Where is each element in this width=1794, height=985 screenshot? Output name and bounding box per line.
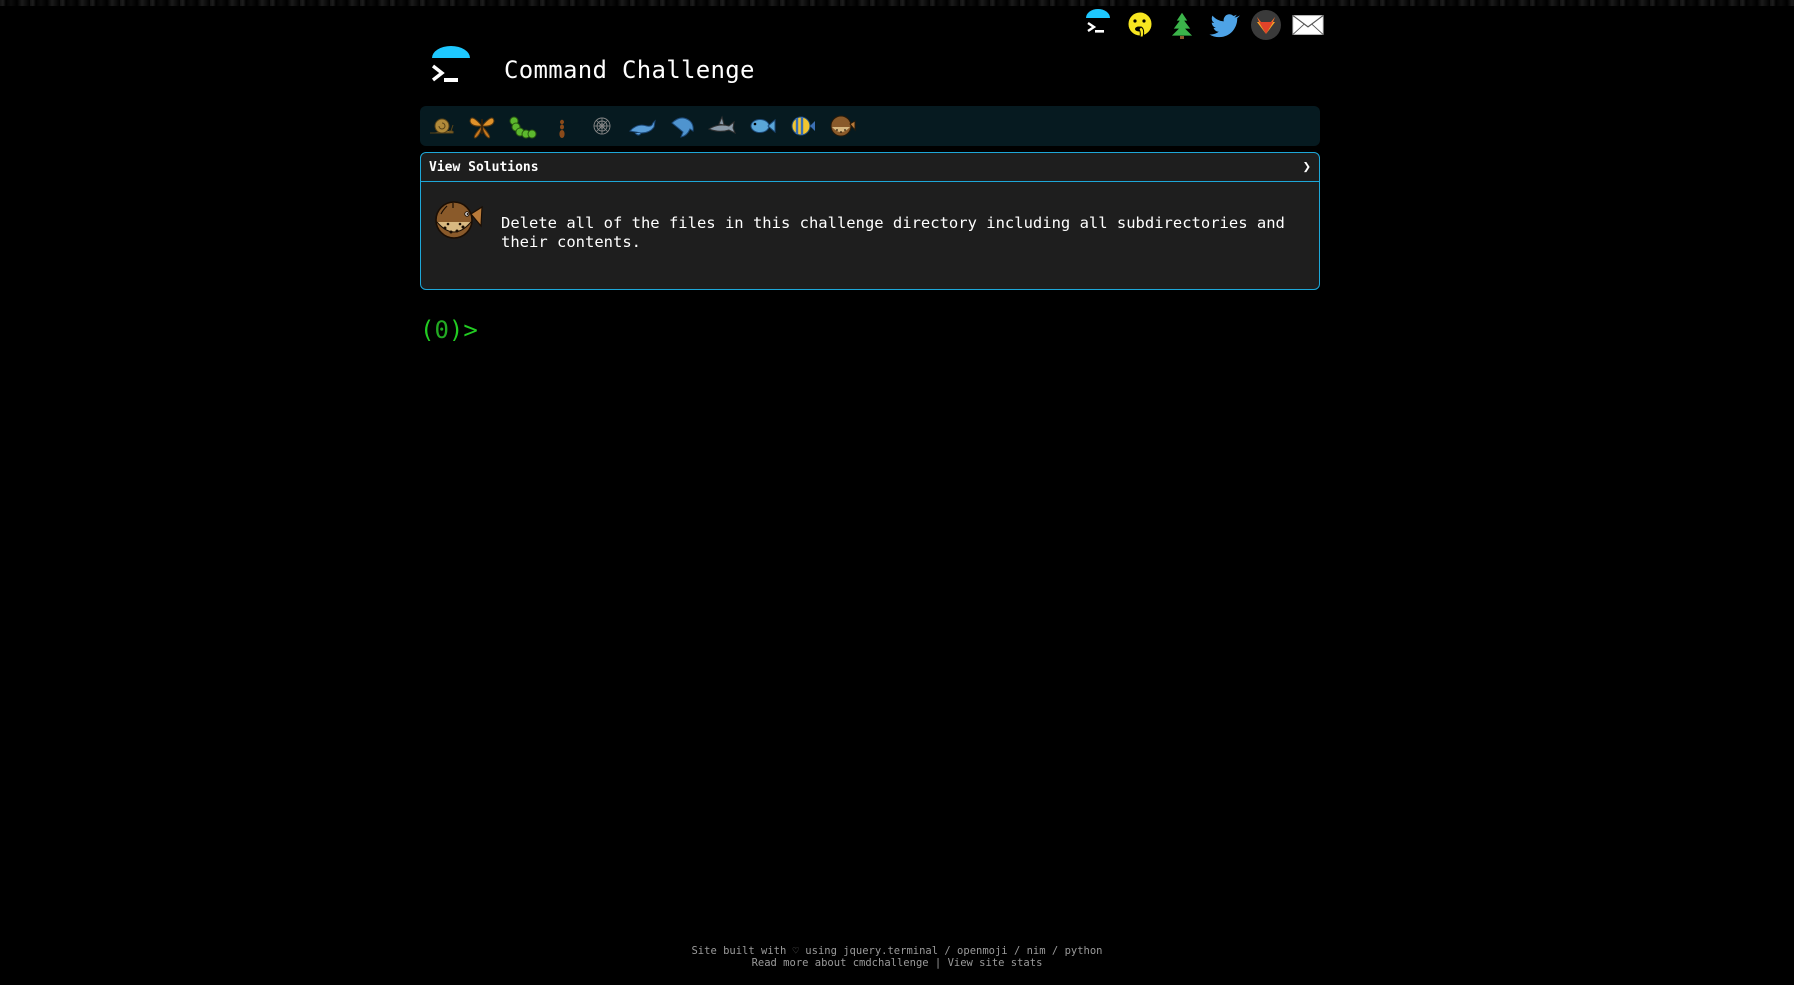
- footer-separator: /: [944, 945, 951, 957]
- blowfish-icon[interactable]: [826, 110, 858, 142]
- christmas-tree-icon[interactable]: [1166, 9, 1198, 41]
- footer-line-1: Site built with ♡ using jquery.terminal …: [0, 945, 1794, 957]
- challenge-panel: View Solutions ❯ Delete all of the files…: [420, 152, 1320, 290]
- footer-pipe: |: [934, 957, 942, 969]
- heart-icon: ♡: [792, 945, 799, 957]
- caterpillar-icon[interactable]: [506, 110, 538, 142]
- footer-separator: /: [1051, 945, 1059, 957]
- main-container: Command Challenge View Solutions ❯ Delet…: [420, 44, 1320, 350]
- footer-using: using: [805, 945, 837, 957]
- butterfly-icon[interactable]: [466, 110, 498, 142]
- fish-icon[interactable]: [746, 110, 778, 142]
- python-link[interactable]: python: [1065, 945, 1103, 957]
- terminal[interactable]: (0)>: [420, 310, 1320, 350]
- gitlab-icon[interactable]: [1250, 9, 1282, 41]
- footer-built-with: Site built with: [691, 945, 787, 957]
- oops-face-icon[interactable]: [1124, 9, 1156, 41]
- social-bar: [1082, 8, 1324, 42]
- prompt-open: (: [420, 316, 435, 344]
- cmdchallenge-logo-icon[interactable]: [426, 46, 476, 94]
- snail-icon[interactable]: [426, 110, 458, 142]
- dolphin-icon[interactable]: [666, 110, 698, 142]
- openmoji-link[interactable]: openmoji: [957, 945, 1008, 957]
- jquery-terminal-link[interactable]: jquery.terminal: [843, 945, 938, 957]
- shark-icon[interactable]: [706, 110, 738, 142]
- spider-web-icon[interactable]: [586, 110, 618, 142]
- chevron-right-icon: ❯: [1302, 159, 1311, 175]
- challenge-body: Delete all of the files in this challeng…: [421, 182, 1319, 252]
- whale-icon[interactable]: [626, 110, 658, 142]
- footer-separator: /: [1013, 945, 1021, 957]
- top-decoration: [0, 0, 1794, 6]
- page-title: Command Challenge: [504, 56, 755, 84]
- read-more-link[interactable]: Read more about cmdchallenge: [752, 957, 929, 969]
- terminal-prompt: (0)>: [420, 316, 478, 344]
- view-solutions-toggle[interactable]: View Solutions ❯: [421, 153, 1319, 182]
- nim-link[interactable]: nim: [1027, 945, 1046, 957]
- twitter-icon[interactable]: [1208, 9, 1240, 41]
- challenge-description: Delete all of the files in this challeng…: [501, 214, 1285, 251]
- ant-icon[interactable]: [546, 110, 578, 142]
- page-header: Command Challenge: [420, 44, 1320, 96]
- email-icon[interactable]: [1292, 9, 1324, 41]
- cmdchallenge-logo-icon[interactable]: [1082, 9, 1114, 41]
- footer: Site built with ♡ using jquery.terminal …: [0, 945, 1794, 969]
- blowfish-icon: [435, 201, 483, 239]
- tropical-fish-icon[interactable]: [786, 110, 818, 142]
- prompt-close: )>: [448, 316, 478, 344]
- level-bar: [420, 106, 1320, 146]
- view-solutions-label: View Solutions: [429, 159, 539, 175]
- site-stats-link[interactable]: View site stats: [948, 957, 1043, 969]
- prompt-count: 0: [434, 316, 449, 344]
- footer-line-2: Read more about cmdchallenge | View site…: [0, 957, 1794, 969]
